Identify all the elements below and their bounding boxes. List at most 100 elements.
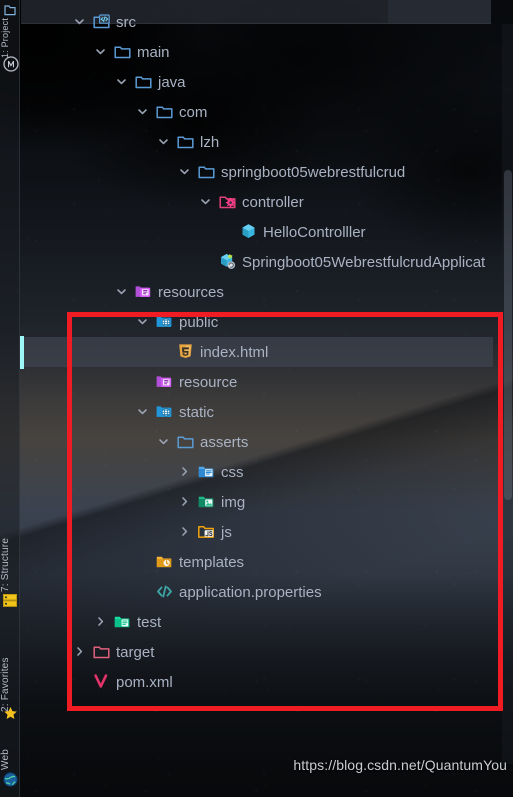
css-folder-icon <box>198 463 215 480</box>
tree-row-label: application.properties <box>179 583 322 601</box>
tree-row[interactable]: main <box>20 37 493 67</box>
img-folder-icon <box>198 493 215 510</box>
chevron-down-icon[interactable] <box>199 195 212 208</box>
chevron-down-icon[interactable] <box>136 105 149 118</box>
tree-row[interactable]: asserts <box>20 427 493 457</box>
watermark-url: https://blog.csdn.net/QuantumYou <box>293 757 507 773</box>
tree-row-label: HelloControlller <box>263 223 366 241</box>
tree-row-label: target <box>116 643 155 661</box>
chevron-right-icon[interactable] <box>73 645 86 658</box>
tree-row[interactable]: templates <box>20 547 493 577</box>
tree-row[interactable]: target <box>20 637 493 667</box>
tree-row-label: springboot05webrestfulcrud <box>221 163 406 181</box>
chevron-right-icon[interactable] <box>178 495 191 508</box>
folder-icon <box>156 103 173 120</box>
spring-boot-class-icon <box>219 253 236 270</box>
web-folder-icon <box>156 403 173 420</box>
tree-row-label: lzh <box>200 133 220 151</box>
folder-icon <box>114 43 131 60</box>
chevron-down-icon[interactable] <box>157 135 170 148</box>
chevron-right-icon[interactable] <box>94 615 107 628</box>
chevron-down-icon[interactable] <box>157 435 170 448</box>
tree-row[interactable]: src <box>20 7 493 37</box>
tree-row[interactable]: resource <box>20 367 493 397</box>
tree-row-label: js <box>221 523 232 541</box>
tree-row-label: test <box>137 613 162 631</box>
tree-row-label: src <box>116 13 136 31</box>
structure-icon[interactable] <box>3 594 17 607</box>
tree-row[interactable]: js <box>20 517 493 547</box>
tree-row[interactable]: HelloControlller <box>20 217 493 247</box>
tree-row[interactable]: lzh <box>20 127 493 157</box>
tree-row[interactable]: springboot05webrestfulcrud <box>20 157 493 187</box>
tree-row-label: public <box>179 313 219 331</box>
tree-row-label: controller <box>242 193 304 211</box>
stripe-label-favorites[interactable]: 2: Favorites <box>0 626 20 712</box>
stripe-label-structure[interactable]: 7: Structure <box>0 510 20 592</box>
project-icon[interactable] <box>3 3 17 17</box>
tree-row[interactable]: css <box>20 457 493 487</box>
chevron-right-icon[interactable] <box>178 525 191 538</box>
chevron-right-icon[interactable] <box>178 465 191 478</box>
chevron-down-icon[interactable] <box>115 285 128 298</box>
tree-row-label: main <box>137 43 170 61</box>
vcs-modified-marker <box>20 336 24 369</box>
tree-row-label: Springboot05WebrestfulcrudApplicat <box>242 253 486 271</box>
chevron-down-icon[interactable] <box>178 165 191 178</box>
idea-project-window: 1: Project 7: Structure 2: Favorites Web <box>0 0 513 797</box>
tree-row-label: java <box>158 73 186 91</box>
globe-icon[interactable] <box>3 772 18 787</box>
folder-icon <box>135 73 152 90</box>
tree-row[interactable]: controller <box>20 187 493 217</box>
tree-row[interactable]: java <box>20 67 493 97</box>
star-icon[interactable] <box>3 706 18 721</box>
stripe-label-project[interactable]: 1: Project <box>0 18 20 58</box>
js-folder-icon <box>198 523 215 540</box>
tool-window-stripe: 1: Project 7: Structure 2: Favorites Web <box>0 0 20 797</box>
html5-icon <box>177 343 194 360</box>
tree-row-label: com <box>179 103 208 121</box>
tree-row[interactable]: Springboot05WebrestfulcrudApplicat <box>20 247 493 277</box>
project-tree[interactable]: src main java com lzh springboot05webrestfulc… <box>20 0 493 797</box>
src-folder-icon <box>93 13 110 30</box>
templates-folder-icon <box>156 553 173 570</box>
folder-icon <box>177 433 194 450</box>
resources-folder-icon <box>135 283 152 300</box>
tree-row-label: img <box>221 493 246 511</box>
chevron-down-icon[interactable] <box>94 45 107 58</box>
folder-icon <box>198 163 215 180</box>
chevron-down-icon[interactable] <box>115 75 128 88</box>
chevron-down-icon[interactable] <box>136 405 149 418</box>
tree-row-label: resource <box>179 373 238 391</box>
chevron-down-icon[interactable] <box>136 315 149 328</box>
tree-row-label: resources <box>158 283 224 301</box>
tree-row[interactable]: pom.xml <box>20 667 493 697</box>
stripe-label-web[interactable]: Web <box>0 730 20 770</box>
tree-row-label: asserts <box>200 433 249 451</box>
tree-row-label: index.html <box>200 343 269 361</box>
tree-row-label: pom.xml <box>116 673 173 691</box>
package-controller-icon <box>219 193 236 210</box>
folder-icon <box>177 133 194 150</box>
chevron-down-icon[interactable] <box>73 15 86 28</box>
properties-icon <box>156 583 173 600</box>
tree-row[interactable]: index.html <box>20 337 493 367</box>
folder-icon <box>93 643 110 660</box>
vertical-scrollbar-thumb[interactable] <box>504 170 512 500</box>
test-folder-icon <box>114 613 131 630</box>
tree-row[interactable]: test <box>20 607 493 637</box>
tree-row[interactable]: static <box>20 397 493 427</box>
tree-row-label: static <box>179 403 215 421</box>
tree-row[interactable]: com <box>20 97 493 127</box>
tree-row[interactable]: img <box>20 487 493 517</box>
tree-row-label: css <box>221 463 244 481</box>
maven-icon[interactable] <box>3 56 19 72</box>
tree-row[interactable]: resources <box>20 277 493 307</box>
tree-row[interactable]: application.properties <box>20 577 493 607</box>
web-folder-icon <box>156 313 173 330</box>
tree-row[interactable]: public <box>20 307 493 337</box>
tree-row-label: templates <box>179 553 245 571</box>
maven-pom-icon <box>93 673 110 690</box>
java-class-icon <box>240 223 257 240</box>
resources-folder-icon <box>156 373 173 390</box>
